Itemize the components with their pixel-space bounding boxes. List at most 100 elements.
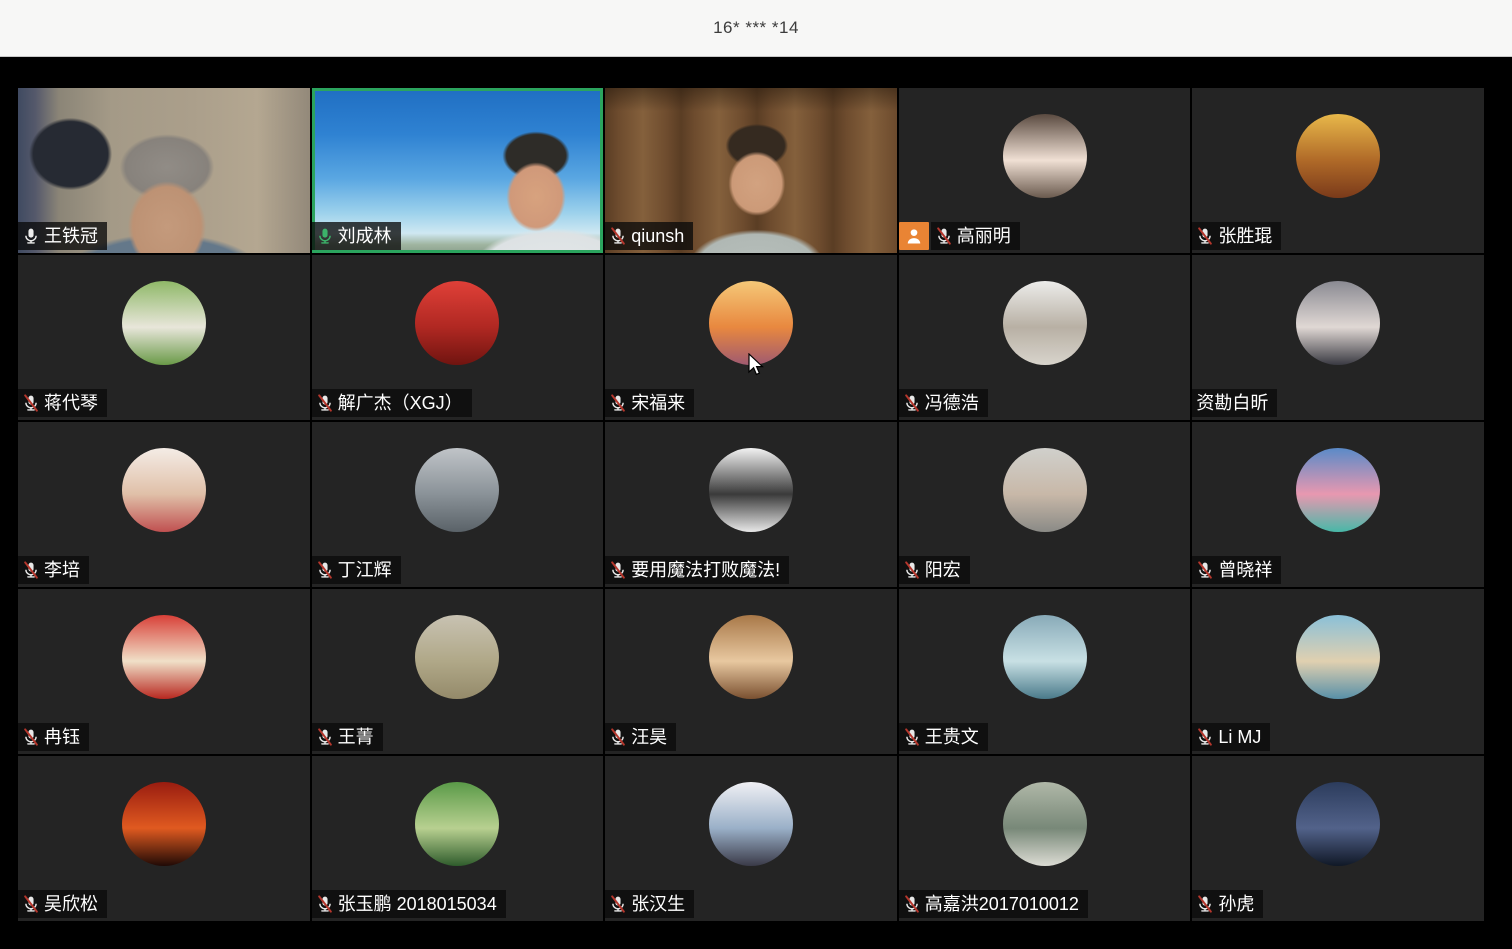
participant-tile-12[interactable]: 丁江辉 (312, 422, 604, 587)
nameplate: 高丽明 (931, 222, 1020, 250)
participant-name: 孙虎 (1218, 893, 1254, 915)
mic-muted-icon (1196, 895, 1214, 913)
participant-tile-25[interactable]: 孙虎 (1192, 756, 1484, 921)
nameplate: 张胜琨 (1192, 222, 1281, 250)
participant-name: 王菁 (338, 726, 374, 748)
participant-name: 冉钰 (44, 726, 80, 748)
mic-muted-icon (22, 394, 40, 412)
mic-muted-icon (903, 394, 921, 412)
nameplate: 资勘白昕 (1192, 389, 1277, 417)
mic-muted-icon (1196, 561, 1214, 579)
mic-muted-icon (609, 561, 627, 579)
nameplate: 高嘉洪2017010012 (899, 890, 1088, 918)
nameplate: qiunsh (605, 222, 693, 250)
nameplate: 要用魔法打败魔法! (605, 556, 789, 584)
nameplate: 李培 (18, 556, 89, 584)
participant-tile-14[interactable]: 阳宏 (899, 422, 1191, 587)
nameplate-row: 张汉生 (605, 890, 694, 918)
participant-tile-9[interactable]: 冯德浩 (899, 255, 1191, 420)
nameplate-row: 丁江辉 (312, 556, 401, 584)
participant-tile-15[interactable]: 曾晓祥 (1192, 422, 1484, 587)
participant-tile-16[interactable]: 冉钰 (18, 589, 310, 754)
nameplate: 孙虎 (1192, 890, 1263, 918)
participant-tile-5[interactable]: 张胜琨 (1192, 88, 1484, 253)
mic-muted-icon (316, 895, 334, 913)
nameplate-row: 冉钰 (18, 723, 89, 751)
participant-tile-23[interactable]: 张汉生 (605, 756, 897, 921)
mic-muted-icon (903, 561, 921, 579)
user-badge-icon (899, 222, 929, 250)
participant-tile-8[interactable]: 宋福来 (605, 255, 897, 420)
nameplate: 宋福来 (605, 389, 694, 417)
participant-name: 李培 (44, 559, 80, 581)
avatar (1003, 114, 1087, 198)
participant-name: 解广杰（XGJ） (338, 392, 463, 414)
mic-muted-icon (22, 728, 40, 746)
mic-on-icon (316, 227, 334, 245)
participant-tile-13[interactable]: 要用魔法打败魔法! (605, 422, 897, 587)
nameplate: 张汉生 (605, 890, 694, 918)
mic-on-icon (22, 227, 40, 245)
nameplate: 刘成林 (312, 222, 401, 250)
avatar (709, 448, 793, 532)
avatar (1003, 615, 1087, 699)
nameplate: 汪昊 (605, 723, 676, 751)
participant-tile-7[interactable]: 解广杰（XGJ） (312, 255, 604, 420)
avatar (415, 615, 499, 699)
participant-name: 王贵文 (925, 726, 979, 748)
nameplate: 张玉鹏 2018015034 (312, 890, 506, 918)
participant-tile-11[interactable]: 李培 (18, 422, 310, 587)
participant-tile-4[interactable]: 高丽明 (899, 88, 1191, 253)
mic-muted-icon (935, 227, 953, 245)
avatar (709, 782, 793, 866)
nameplate-row: 王菁 (312, 723, 383, 751)
mic-muted-icon (22, 561, 40, 579)
participant-tile-22[interactable]: 张玉鹏 2018015034 (312, 756, 604, 921)
nameplate-row: Li MJ (1192, 723, 1270, 751)
nameplate: 吴欣松 (18, 890, 107, 918)
participant-tile-19[interactable]: 王贵文 (899, 589, 1191, 754)
participant-tile-18[interactable]: 汪昊 (605, 589, 897, 754)
nameplate-row: qiunsh (605, 222, 693, 250)
meeting-stage: 王铁冠 刘成林 (0, 57, 1512, 949)
participant-tile-20[interactable]: Li MJ (1192, 589, 1484, 754)
nameplate: 解广杰（XGJ） (312, 389, 472, 417)
participant-name: 汪昊 (631, 726, 667, 748)
avatar (415, 782, 499, 866)
participant-name: qiunsh (631, 225, 684, 247)
nameplate: 丁江辉 (312, 556, 401, 584)
nameplate: 阳宏 (899, 556, 970, 584)
participant-tile-3[interactable]: qiunsh (605, 88, 897, 253)
participant-name: 资勘白昕 (1196, 392, 1268, 414)
nameplate-row: 王铁冠 (18, 222, 107, 250)
avatar (1003, 448, 1087, 532)
participant-tile-17[interactable]: 王菁 (312, 589, 604, 754)
nameplate-row: 冯德浩 (899, 389, 988, 417)
mic-muted-icon (316, 728, 334, 746)
avatar (122, 615, 206, 699)
participant-tile-21[interactable]: 吴欣松 (18, 756, 310, 921)
avatar (1296, 281, 1380, 365)
mic-muted-icon (609, 227, 627, 245)
nameplate-row: 孙虎 (1192, 890, 1263, 918)
participant-name: 张汉生 (631, 893, 685, 915)
avatar (1003, 782, 1087, 866)
participant-tile-1[interactable]: 王铁冠 (18, 88, 310, 253)
participant-tile-10[interactable]: 资勘白昕 (1192, 255, 1484, 420)
nameplate-row: 高嘉洪2017010012 (899, 890, 1088, 918)
nameplate-row: 刘成林 (312, 222, 401, 250)
nameplate-row: 解广杰（XGJ） (312, 389, 472, 417)
avatar (415, 448, 499, 532)
avatar (122, 281, 206, 365)
nameplate-row: 阳宏 (899, 556, 970, 584)
nameplate-row: 张胜琨 (1192, 222, 1281, 250)
mic-muted-icon (609, 895, 627, 913)
participant-name: 丁江辉 (338, 559, 392, 581)
participant-tile-2[interactable]: 刘成林 (312, 88, 604, 253)
participant-tile-24[interactable]: 高嘉洪2017010012 (899, 756, 1191, 921)
mic-muted-icon (1196, 227, 1214, 245)
participant-name: 张玉鹏 2018015034 (338, 893, 497, 915)
participant-tile-6[interactable]: 蒋代琴 (18, 255, 310, 420)
mic-muted-icon (1196, 728, 1214, 746)
participant-name: 蒋代琴 (44, 392, 98, 414)
